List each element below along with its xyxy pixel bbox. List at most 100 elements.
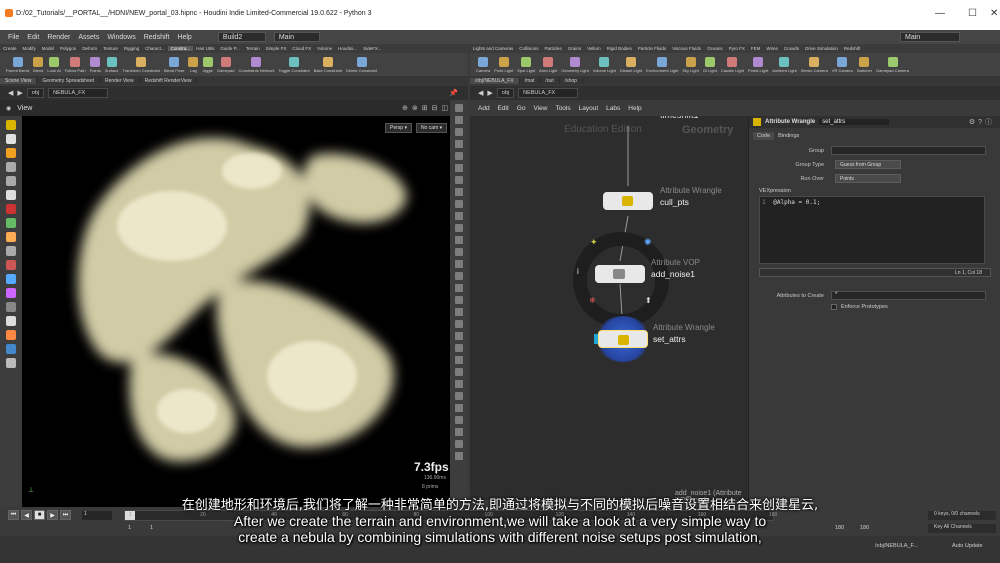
shelf-tab[interactable]: Vellum xyxy=(584,46,604,51)
tab-geometry-spreadsheet[interactable]: Geometry Spreadsheet xyxy=(37,77,101,84)
jump-end-button[interactable]: ⏭ xyxy=(60,510,71,520)
shelf-tab[interactable]: Constra... xyxy=(167,46,194,51)
tab-scene-view[interactable]: Scene View xyxy=(0,77,38,84)
display-option-icon[interactable] xyxy=(455,272,463,280)
viewer-tool-icon[interactable] xyxy=(6,358,16,368)
network-editor[interactable]: Education Edition Geometry timeshift1 At… xyxy=(470,116,748,500)
maximize-button[interactable]: ☐ xyxy=(968,8,977,19)
shelf-tool[interactable]: Area Light xyxy=(539,56,557,73)
shelf-tool[interactable]: GI Light xyxy=(703,56,717,73)
shelf-tab[interactable]: Texture xyxy=(100,46,121,51)
back-arrow-icon[interactable]: ◀ xyxy=(478,89,483,97)
update-mode[interactable]: Auto Update xyxy=(952,543,983,549)
shelf-tab[interactable]: Particle Fluids xyxy=(635,46,669,51)
shelf-tool[interactable]: Spot Light xyxy=(517,56,535,73)
shelf-tab[interactable]: Create xyxy=(0,46,20,51)
desktop-selector-right[interactable]: Main xyxy=(900,32,960,42)
node-set-attrs[interactable] xyxy=(598,330,648,348)
shelf-tool[interactable]: Follow Path xyxy=(65,56,86,73)
menu-file[interactable]: File xyxy=(8,34,19,41)
display-option-icon[interactable] xyxy=(455,164,463,172)
radial-lock-icon[interactable]: ❄ xyxy=(589,296,596,305)
viewer-tool-icon[interactable] xyxy=(6,190,16,200)
display-flag-icon[interactable] xyxy=(594,334,598,344)
stop-button[interactable]: ■ xyxy=(34,510,45,520)
net-menu-view[interactable]: View xyxy=(533,105,547,112)
menu-edit[interactable]: Edit xyxy=(27,34,39,41)
viewer-tool-icon[interactable] xyxy=(6,288,16,298)
camera-menu[interactable]: No cam ▾ xyxy=(416,123,448,133)
display-option-icon[interactable] xyxy=(455,392,463,400)
display-option-icon[interactable] xyxy=(455,200,463,208)
shelf-tab[interactable]: Lights and Cameras xyxy=(470,46,516,51)
tab-shop[interactable]: /shop xyxy=(560,77,583,84)
shelf-tab[interactable]: Wires xyxy=(763,46,781,51)
shelf-tool[interactable]: Blend Pose xyxy=(164,56,184,73)
tab-obj-nebula[interactable]: /obj/NEBULA_FX xyxy=(470,77,520,84)
shelf-tool[interactable]: Constraints Network xyxy=(238,56,274,73)
shelf-tab[interactable]: Deform xyxy=(79,46,100,51)
shelf-tool[interactable]: Switcher xyxy=(857,56,872,73)
display-option-icon[interactable] xyxy=(455,380,463,388)
shelf-tool[interactable]: Stereo Camera xyxy=(801,56,828,73)
viewer-tool-icon[interactable] xyxy=(6,302,16,312)
display-option-icon[interactable] xyxy=(455,356,463,364)
shelf-tool[interactable]: Volume Light xyxy=(593,56,616,73)
display-option-icon[interactable] xyxy=(455,248,463,256)
param-header-icons[interactable]: ⚙?ⓘ xyxy=(969,117,995,127)
shelf-tab[interactable]: Pyro FX xyxy=(726,46,748,51)
close-button[interactable]: ✕ xyxy=(990,8,998,19)
display-option-icon[interactable] xyxy=(455,236,463,244)
display-option-icon[interactable] xyxy=(455,188,463,196)
viewer-tool-icon[interactable] xyxy=(6,274,16,284)
display-option-icon[interactable] xyxy=(455,176,463,184)
range-end-2[interactable]: 180 xyxy=(860,525,869,531)
desktop-selector[interactable]: Main xyxy=(273,32,320,42)
range-start-2[interactable]: 1 xyxy=(150,525,153,531)
viewer-tool-icon[interactable] xyxy=(6,148,16,158)
shelf-tool[interactable]: Camera xyxy=(476,56,490,73)
pin-icon[interactable]: 📌 xyxy=(449,89,458,97)
shelf-tab[interactable]: Simple FX xyxy=(263,46,290,51)
display-option-icon[interactable] xyxy=(455,152,463,160)
shelf-tab[interactable]: Hair Utils xyxy=(193,46,217,51)
shelf-tool[interactable]: Look At xyxy=(47,56,61,73)
tab-code[interactable]: Code xyxy=(753,132,775,140)
shelf-tool[interactable]: Ambient Light xyxy=(772,56,797,73)
net-menu-labs[interactable]: Labs xyxy=(606,105,620,112)
display-option-icon[interactable] xyxy=(455,140,463,148)
shelf-tab[interactable]: Crowds xyxy=(781,46,802,51)
radial-info-icon[interactable]: i xyxy=(577,267,579,276)
shelf-tab[interactable]: Drive Simulation xyxy=(802,46,841,51)
display-option-icon[interactable] xyxy=(455,416,463,424)
shelf-tool[interactable]: Parent Blend xyxy=(6,56,29,73)
tab-bindings[interactable]: Bindings xyxy=(774,132,803,140)
display-option-icon[interactable] xyxy=(455,404,463,412)
shelf-tab[interactable]: Rigging xyxy=(121,46,142,51)
net-menu-edit[interactable]: Edit xyxy=(498,105,509,112)
menu-redshift[interactable]: Redshift xyxy=(144,34,170,41)
forward-arrow-icon[interactable]: ▶ xyxy=(487,89,492,97)
viewer-tool-icon[interactable] xyxy=(6,246,16,256)
viewer-tool-icon[interactable] xyxy=(6,316,16,326)
menu-render[interactable]: Render xyxy=(47,34,70,41)
shelf-tab[interactable]: Charact... xyxy=(142,46,168,51)
display-option-icon[interactable] xyxy=(455,320,463,328)
shelf-tool[interactable]: Surface xyxy=(105,56,119,73)
scene-viewport[interactable]: Persp ▾ No cam ▾ 7.3fps 136.90ms 8 prims… xyxy=(22,116,450,507)
display-option-icon[interactable] xyxy=(455,260,463,268)
display-option-icon[interactable] xyxy=(455,332,463,340)
display-option-icon[interactable] xyxy=(455,116,463,124)
shelf-tab[interactable]: Rigid Bodies xyxy=(604,46,635,51)
display-option-icon[interactable] xyxy=(455,128,463,136)
node-cull-pts[interactable] xyxy=(603,192,653,210)
viewer-tool-icon[interactable] xyxy=(6,218,16,228)
shelf-tool[interactable]: Blend xyxy=(33,56,43,73)
tab-render-view[interactable]: Render View xyxy=(100,77,140,84)
viewer-tool-icon[interactable] xyxy=(6,176,16,186)
display-option-icon[interactable] xyxy=(455,212,463,220)
shelf-tab[interactable]: Viscous Fluids xyxy=(669,46,704,51)
tab-mat[interactable]: /mat xyxy=(520,77,541,84)
shelf-tab[interactable]: SideFX... xyxy=(360,46,385,51)
viewer-tool-icon[interactable] xyxy=(6,204,16,214)
